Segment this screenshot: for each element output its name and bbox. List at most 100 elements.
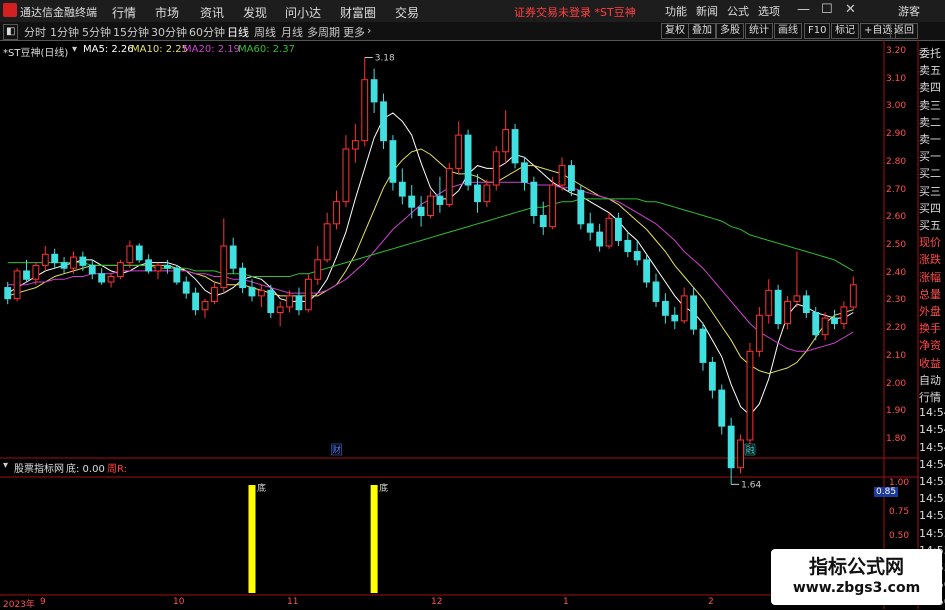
tab-timeshare[interactable]: 分时 (24, 24, 46, 40)
side-panel-label: 买四 (919, 201, 941, 215)
tab-multi-period[interactable]: 多周期 (307, 24, 340, 40)
site-watermark: 指标公式网 www.zbgs3.com (771, 549, 942, 605)
login-status: 证券交易未登录 *ST豆神 (514, 6, 636, 19)
signal-bar (370, 485, 378, 593)
tab-5min[interactable]: 5分钟 (82, 24, 111, 40)
button-stats[interactable]: 统计 (745, 23, 773, 39)
price-tick: 2.80 (886, 156, 907, 167)
ma-line-ma5 (7, 112, 854, 416)
candle-body (351, 140, 359, 150)
candle-body (220, 245, 228, 289)
button-adjust[interactable]: 复权 (661, 23, 689, 39)
side-panel-label: 14:55 (919, 509, 945, 523)
chevron-right-icon[interactable]: › (367, 24, 371, 37)
maximize-icon[interactable]: ☐ (821, 2, 833, 17)
date-tick: 2023年 (3, 600, 35, 610)
legend-dropdown-icon[interactable]: ▾ (72, 44, 77, 55)
panel-toggle-icon[interactable]: ◧ (3, 24, 19, 40)
guest-label[interactable]: 游客 (898, 3, 920, 19)
side-panel-label: 14:55 (919, 475, 945, 488)
legend-ma60: MA60: 2.37 (238, 44, 296, 55)
candle-body (117, 262, 124, 277)
menu-function[interactable]: 功能 (665, 3, 687, 19)
date-tick: 9 (40, 597, 46, 607)
button-back[interactable]: 返回 (890, 23, 918, 39)
candle-body (257, 289, 265, 297)
candle-body (408, 195, 416, 208)
candle-body (88, 264, 96, 275)
tab-monthly[interactable]: 月线 (281, 24, 303, 40)
high-annotation: 3.18 (375, 54, 395, 64)
candle-body (624, 239, 632, 253)
date-tick: 2 (708, 597, 714, 607)
side-panel-label: 总量 (919, 287, 941, 301)
menu-trade[interactable]: 交易 (395, 4, 419, 21)
menu-market[interactable]: 行情 (112, 4, 136, 21)
candle-body (812, 312, 820, 336)
signal-label: 底 (257, 482, 266, 494)
kline-chart[interactable]: 3.181.64财融预底底底 (0, 40, 919, 609)
candle-body (464, 134, 472, 186)
side-panel-label: 14:54 (919, 457, 945, 471)
candle-body (690, 295, 697, 330)
button-f10[interactable]: F10 (804, 23, 831, 39)
period-toolbar: ◧ 分时 1分钟 5分钟 15分钟 30分钟 60分钟 日线 周线 月线 多周期… (0, 22, 945, 41)
menu-news-right[interactable]: 新闻 (696, 3, 718, 19)
side-panel-label: 卖一 (919, 133, 941, 146)
tab-15min[interactable]: 15分钟 (113, 24, 149, 40)
side-panel-label: 现价 (919, 236, 941, 250)
side-panel-label: 卖四 (919, 81, 941, 95)
tab-daily[interactable]: 日线 (227, 24, 249, 40)
watermark-title: 指标公式网 (808, 556, 904, 578)
candle-body (192, 292, 200, 311)
indicator-dropdown-icon[interactable]: ▾ (3, 460, 8, 471)
event-marker-label: 融 (745, 445, 754, 456)
button-multi-stock[interactable]: 多股 (716, 23, 744, 39)
menu-formula[interactable]: 公式 (727, 3, 749, 19)
menu-options[interactable]: 选项 (758, 3, 780, 19)
candle-body (474, 184, 481, 203)
candle-body (323, 223, 331, 261)
candle-body (680, 295, 688, 322)
tab-more[interactable]: 更多 (343, 24, 365, 40)
side-panel-label: 委托 (919, 47, 941, 60)
tab-30min[interactable]: 30分钟 (151, 24, 187, 40)
candle-body (577, 190, 585, 225)
candle-body (614, 217, 622, 241)
candle-body (774, 289, 782, 325)
minimize-icon[interactable]: — (797, 2, 810, 17)
legend-ma10: MA10: 2.25 (131, 44, 189, 55)
tab-60min[interactable]: 60分钟 (189, 24, 225, 40)
button-mark[interactable]: 标记 (831, 23, 859, 39)
candle-body (539, 215, 547, 228)
menu-markets[interactable]: 市场 (155, 4, 179, 21)
candle-body (173, 267, 181, 283)
menu-ask[interactable]: 问小达 (285, 4, 321, 21)
candle-body (445, 167, 453, 205)
candle-body (342, 148, 350, 203)
side-panel-label: 卖三 (919, 98, 941, 112)
legend-ma20: MA20: 2.19 (183, 44, 241, 55)
close-icon[interactable]: ✕ (845, 2, 856, 17)
watermark-url: www.zbgs3.com (792, 580, 921, 596)
candle-body (267, 289, 275, 314)
side-panel-label: 买五 (919, 219, 941, 232)
menu-news[interactable]: 资讯 (200, 4, 224, 21)
signal-label: 底 (379, 482, 388, 494)
tab-weekly[interactable]: 周线 (254, 24, 276, 40)
candle-body (145, 259, 153, 272)
candle-body (436, 195, 444, 205)
candle-body (793, 295, 801, 302)
side-panel-label: 14:54 (919, 406, 945, 420)
price-tick: 2.70 (886, 184, 907, 195)
candle-body (784, 300, 791, 325)
candle-body (389, 140, 397, 183)
tab-1min[interactable]: 1分钟 (50, 24, 79, 40)
menu-wealth[interactable]: 财富圈 (340, 4, 376, 21)
candle-body (633, 251, 641, 261)
candle-body (483, 184, 491, 203)
button-draw-line[interactable]: 画线 (774, 23, 802, 39)
button-overlay[interactable]: 叠加 (688, 23, 716, 39)
candle-body (840, 306, 848, 325)
menu-discover[interactable]: 发现 (243, 4, 267, 21)
